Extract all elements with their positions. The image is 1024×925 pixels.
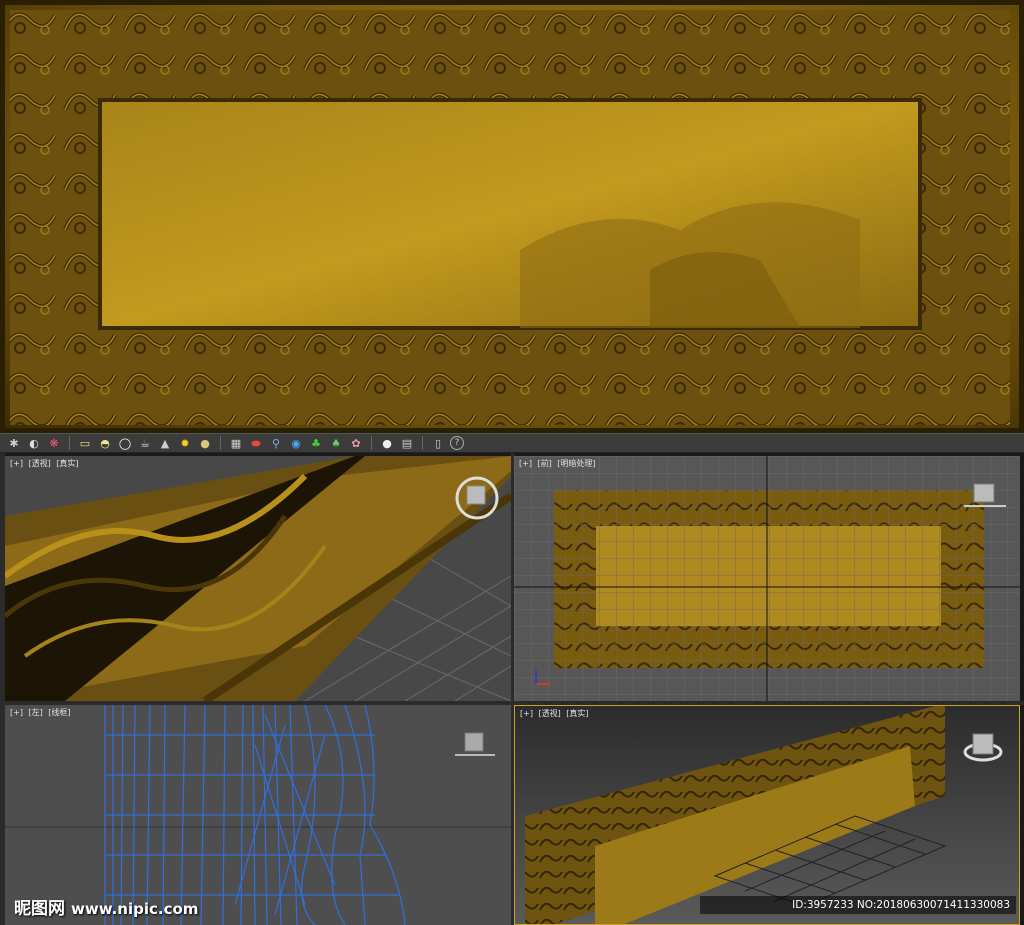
viewport-view-name[interactable]: [前] [538, 459, 552, 468]
teapot-group-icon[interactable]: ❋ [46, 435, 62, 451]
toolbar-separator [69, 436, 70, 450]
viewport-view-name[interactable]: [透视] [29, 459, 51, 468]
cone-icon[interactable]: ▲ [157, 435, 173, 451]
watermark-id-text: ID:3957233 NO:20180630071411330083 [792, 899, 1010, 911]
material-ball-icon[interactable]: ● [379, 435, 395, 451]
half-moon-icon[interactable]: ◐ [26, 435, 42, 451]
checker-icon[interactable]: ▦ [228, 435, 244, 451]
viewport-shading-mode[interactable]: [真实] [56, 459, 78, 468]
viewport-label[interactable]: [+] [透视] [真实] [10, 458, 82, 469]
viewport-shading-mode[interactable]: [真实] [566, 709, 588, 718]
wireframe-scene [5, 705, 511, 925]
watermark-brand-text: 昵图网 [14, 899, 65, 919]
sphere-light-icon[interactable]: ● [197, 435, 213, 451]
viewport-front-top-right[interactable]: [+] [前] [明暗处理] [514, 456, 1020, 701]
sphere-icon[interactable]: ◯ [117, 435, 133, 451]
help-icon[interactable]: ? [450, 436, 464, 450]
tree-icon[interactable]: ♠ [328, 435, 344, 451]
viewport-shading-mode[interactable]: [明暗处理] [557, 459, 595, 468]
globe-icon[interactable]: ◉ [288, 435, 304, 451]
viewport-menu-plus[interactable]: [+] [10, 708, 23, 717]
toolbar-separator [422, 436, 423, 450]
toolbar-separator [220, 436, 221, 450]
perspective-scene [5, 456, 511, 701]
viewport-label[interactable]: [+] [左] [线框] [10, 707, 74, 718]
screen: ✱ ◐ ❋ ▭ ◓ ◯ ☕ ▲ ✹ ● ▦ ⬬ ⚲ ◉ ♣ ♠ ✿ ● ▤ ▯ … [0, 0, 1024, 925]
paw-icon[interactable]: ✱ [6, 435, 22, 451]
grid-icon[interactable]: ▤ [399, 435, 415, 451]
viewport-menu-plus[interactable]: [+] [519, 459, 532, 468]
figure-icon[interactable]: ⚲ [268, 435, 284, 451]
viewport-perspective-top-left[interactable]: [+] [透视] [真实] [5, 456, 511, 701]
view-cube-gizmo[interactable] [455, 732, 495, 756]
plant-icon[interactable]: ♣ [308, 435, 324, 451]
main-toolbar: ✱ ◐ ❋ ▭ ◓ ◯ ☕ ▲ ✹ ● ▦ ⬬ ⚲ ◉ ♣ ♠ ✿ ● ▤ ▯ … [0, 433, 1024, 453]
viewport-label[interactable]: [+] [前] [明暗处理] [519, 458, 599, 469]
viewport-view-name[interactable]: [透视] [539, 709, 561, 718]
viewport-left-bottom-left[interactable]: [+] [左] [线框] [5, 705, 511, 925]
watermark-site-text: www.nipic.com [71, 900, 199, 918]
viewport-menu-plus[interactable]: [+] [520, 709, 533, 718]
watermark-id: ID:3957233 NO:20180630071411330083 [700, 896, 1016, 914]
viewport-shading-mode[interactable]: [线框] [48, 708, 70, 717]
front-scene [514, 456, 1020, 701]
shell-icon[interactable]: ✿ [348, 435, 364, 451]
viewport-view-name[interactable]: [左] [29, 708, 43, 717]
watermark-brand: 昵图网 www.nipic.com [14, 894, 198, 919]
hemisphere-icon[interactable]: ◓ [97, 435, 113, 451]
perspective-scene-2 [515, 706, 1019, 924]
viewport-perspective-bottom-right[interactable]: [+] [透视] [真实] [514, 705, 1020, 925]
viewport-menu-plus[interactable]: [+] [10, 459, 23, 468]
render-preview [0, 0, 1024, 433]
carved-panel-render [0, 0, 1024, 433]
teapot-icon[interactable]: ☕ [137, 435, 153, 451]
wireframe-mesh [104, 705, 406, 925]
viewport-icon[interactable]: ▯ [430, 435, 446, 451]
viewport-label[interactable]: [+] [透视] [真实] [520, 708, 592, 719]
sun-icon[interactable]: ✹ [177, 435, 193, 451]
toolbar-separator [371, 436, 372, 450]
capsule-icon[interactable]: ⬬ [248, 435, 264, 451]
plane-icon[interactable]: ▭ [77, 435, 93, 451]
